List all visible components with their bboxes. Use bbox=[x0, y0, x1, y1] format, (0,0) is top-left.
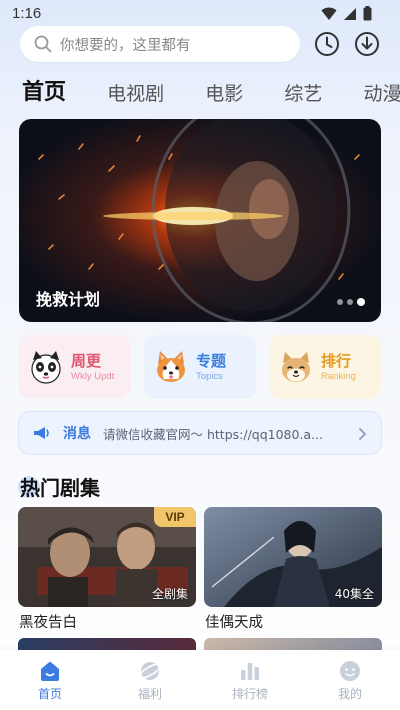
show-poster-2[interactable]: 40集全 bbox=[204, 507, 382, 607]
status-bar: 1:16 bbox=[0, 0, 400, 28]
show-title-2[interactable]: 佳偶天成 bbox=[205, 611, 263, 632]
tab-variety[interactable]: 综艺 bbox=[284, 79, 322, 106]
chevron-right-icon[interactable] bbox=[357, 426, 367, 442]
wifi-icon bbox=[321, 7, 337, 20]
panda-dog-icon bbox=[31, 351, 61, 384]
megaphone-icon bbox=[34, 427, 49, 439]
shiba-icon bbox=[282, 352, 310, 382]
ranking-title: 排行 bbox=[321, 351, 352, 370]
tab-anime[interactable]: 动漫 bbox=[363, 79, 400, 106]
show-poster-3[interactable] bbox=[18, 638, 196, 650]
notice-bar[interactable]: 消息 请微信收藏官网～ https://qq1080.a... bbox=[18, 411, 382, 455]
banner-title: 挽救计划 bbox=[36, 290, 101, 309]
ranking-subtitle: Ranking bbox=[321, 370, 356, 382]
home-icon bbox=[41, 661, 59, 681]
download-icon[interactable] bbox=[353, 30, 381, 58]
nav-home-label: 首页 bbox=[37, 687, 62, 701]
category-tabs: 首页 电视剧 电影 综艺 动漫 bbox=[22, 74, 400, 106]
nav-ranking[interactable]: 排行榜 bbox=[200, 650, 300, 710]
search-placeholder: 你想要的，这里都有 bbox=[60, 37, 191, 54]
weekly-update-card[interactable]: 周更 Wkly Updt bbox=[19, 335, 131, 399]
topics-title: 专题 bbox=[196, 351, 227, 370]
nav-ranking-label: 排行榜 bbox=[231, 687, 268, 701]
nav-home[interactable]: 首页 bbox=[0, 650, 100, 710]
nav-benefits-label: 福利 bbox=[137, 687, 162, 701]
section-title-text: 热门剧集 bbox=[20, 476, 100, 500]
show-title-1[interactable]: 黑夜告白 bbox=[19, 611, 77, 632]
tab-home[interactable]: 首页 bbox=[22, 74, 66, 106]
corgi-icon bbox=[157, 351, 185, 382]
notice-text: 请微信收藏官网～ https://qq1080.a... bbox=[103, 426, 324, 442]
episode-badge: 40集全 bbox=[334, 587, 374, 601]
search-icon bbox=[34, 35, 52, 53]
weekly-update-title: 周更 bbox=[71, 351, 102, 370]
search-row: 你想要的，这里都有 bbox=[20, 26, 390, 62]
nav-profile-label: 我的 bbox=[337, 687, 362, 701]
show-poster-1[interactable]: VIP 全剧集 bbox=[18, 507, 196, 607]
vip-badge: VIP bbox=[154, 507, 196, 527]
bottom-nav: 首页 福利 排行榜 我的 bbox=[0, 650, 400, 710]
status-icons bbox=[321, 6, 372, 21]
banner-pagination bbox=[337, 298, 365, 306]
nav-benefits[interactable]: 福利 bbox=[100, 650, 200, 710]
banner-dot-active[interactable] bbox=[357, 298, 365, 306]
battery-icon bbox=[363, 6, 372, 21]
tab-movies[interactable]: 电影 bbox=[205, 79, 243, 106]
show-poster-4[interactable] bbox=[204, 638, 382, 650]
planet-icon bbox=[138, 662, 162, 680]
nav-profile[interactable]: 我的 bbox=[300, 650, 400, 710]
status-time: 1:16 bbox=[12, 5, 42, 22]
bar-chart-icon bbox=[241, 663, 259, 680]
banner-dot[interactable] bbox=[337, 299, 343, 305]
episode-badge: 全剧集 bbox=[151, 587, 188, 601]
banner-dot[interactable] bbox=[347, 299, 353, 305]
section-title: 热门剧集 bbox=[18, 472, 100, 501]
topics-card[interactable]: 专题 Topics bbox=[144, 335, 256, 399]
featured-banner[interactable]: 挽救计划 bbox=[19, 119, 381, 322]
search-input[interactable]: 你想要的，这里都有 bbox=[20, 26, 300, 62]
tab-tv-series[interactable]: 电视剧 bbox=[107, 79, 164, 106]
signal-icon bbox=[344, 7, 356, 20]
topics-subtitle: Topics bbox=[196, 370, 223, 382]
weekly-update-subtitle: Wkly Updt bbox=[71, 370, 115, 382]
history-icon[interactable] bbox=[313, 30, 341, 58]
ranking-card[interactable]: 排行 Ranking bbox=[269, 335, 381, 399]
notice-label: 消息 bbox=[63, 426, 91, 442]
profile-face-icon bbox=[340, 661, 360, 681]
